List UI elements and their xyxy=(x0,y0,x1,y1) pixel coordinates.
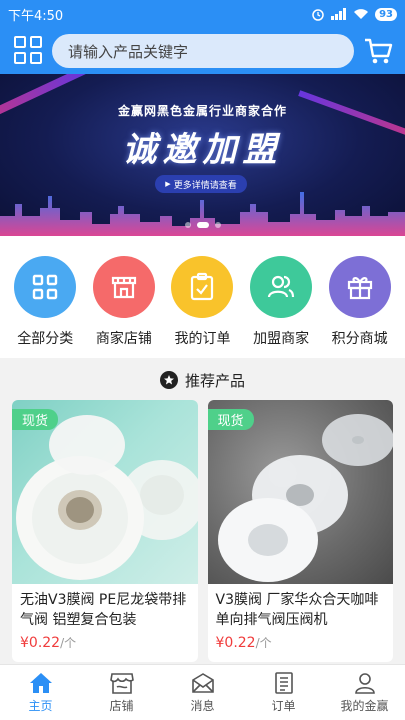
product-name: 无油V3膜阀 PE尼龙袋带排气阀 铝塑复合包装 xyxy=(20,592,187,628)
product-image: 现货 xyxy=(207,400,393,584)
product-name: V3膜阀 厂家华众合天咖啡单向排气阀压阀机 xyxy=(215,592,379,628)
recommend-section-title: 推荐产品 xyxy=(0,362,405,398)
search-placeholder: 请输入产品关键字 xyxy=(68,42,189,61)
promo-banner[interactable]: 金赢网黑色金属行业商家合作 诚邀加盟 ▶ 更多详情请查看 xyxy=(0,74,405,236)
grid-icon xyxy=(33,274,58,300)
banner-dot-active[interactable] xyxy=(196,222,209,228)
nav-label: 订单 xyxy=(271,698,296,713)
product-card[interactable]: 现货 无油V3膜阀 PE尼龙袋带排气阀 铝塑复合包装 ¥0.22/个 xyxy=(12,400,198,662)
alarm-icon xyxy=(312,9,324,21)
banner-subtitle: 金赢网黑色金属行业商家合作 xyxy=(117,104,287,118)
grid-cell xyxy=(30,36,42,48)
product-price: ¥0.22/个 xyxy=(12,632,198,653)
gift-icon xyxy=(347,277,372,300)
status-bar: 下午4:50 93 xyxy=(0,0,405,28)
shortcut-my-orders[interactable]: 我的订单 xyxy=(166,236,238,358)
product-card[interactable]: 现货 V3膜阀 厂家华众合天咖啡单向排气阀压阀机 ¥0.22/个 xyxy=(207,400,394,662)
price-unit: /个 xyxy=(60,636,77,650)
order-icon xyxy=(274,671,293,694)
category-shortcuts: 全部分类 商家店铺 我的订单 加盟商家 积分商城 xyxy=(0,236,405,358)
shortcut-label: 积分商城 xyxy=(331,331,388,347)
banner-dot[interactable] xyxy=(184,222,191,228)
clipboard-check-icon xyxy=(191,272,214,301)
product-price: ¥0.22/个 xyxy=(208,632,394,653)
star-icon xyxy=(159,371,178,389)
shortcut-all-categories[interactable]: 全部分类 xyxy=(9,236,81,358)
shortcut-label: 我的订单 xyxy=(174,331,231,347)
product-image: 现货 xyxy=(12,400,198,584)
city-skyline-image xyxy=(0,192,405,236)
grid-cell xyxy=(14,52,26,64)
stock-tag: 现货 xyxy=(12,409,59,430)
stock-tag: 现货 xyxy=(207,409,254,430)
shortcut-points-mall[interactable]: 积分商城 xyxy=(324,236,396,358)
battery-level: 93 xyxy=(375,7,397,21)
shortcut-label: 加盟商家 xyxy=(253,331,310,347)
cart-icon xyxy=(365,38,393,64)
wifi-icon xyxy=(354,9,369,19)
store-icon xyxy=(111,276,136,299)
category-grid-button[interactable] xyxy=(14,36,44,66)
status-icons: 93 xyxy=(311,7,397,21)
price-unit: /个 xyxy=(255,636,272,650)
nav-orders[interactable]: 订单 xyxy=(243,665,324,720)
shortcut-join-merchant[interactable]: 加盟商家 xyxy=(245,236,317,358)
nav-home[interactable]: 主页 xyxy=(0,665,81,720)
shop-icon xyxy=(109,672,134,694)
shortcut-circle xyxy=(328,256,391,318)
banner-dot[interactable] xyxy=(214,222,221,228)
nav-shop[interactable]: 店铺 xyxy=(81,665,162,720)
price-value: ¥0.22 xyxy=(215,635,256,651)
product-grid: 现货 无油V3膜阀 PE尼龙袋带排气阀 铝塑复合包装 ¥0.22/个 现货 V3… xyxy=(12,400,393,662)
nav-label: 我的金赢 xyxy=(340,698,389,713)
users-icon xyxy=(267,275,295,298)
top-header: 请输入产品关键字 xyxy=(0,28,405,74)
nav-label: 店铺 xyxy=(109,698,134,713)
cart-button[interactable] xyxy=(362,35,394,67)
mail-icon xyxy=(191,672,214,693)
shortcut-circle xyxy=(92,256,155,318)
recommend-title-text: 推荐产品 xyxy=(184,371,245,390)
shortcut-circle xyxy=(14,256,77,318)
shortcut-label: 全部分类 xyxy=(17,331,74,347)
signal-icon xyxy=(331,8,347,20)
price-value: ¥0.22 xyxy=(20,635,61,651)
grid-cell xyxy=(14,36,26,48)
shortcut-circle xyxy=(171,256,234,318)
banner-headline: 诚邀加盟 xyxy=(122,130,283,170)
banner-pagination xyxy=(0,222,405,228)
nav-messages[interactable]: 消息 xyxy=(162,665,243,720)
shortcut-label: 商家店铺 xyxy=(95,331,152,347)
grid-cell xyxy=(30,52,42,64)
nav-label: 消息 xyxy=(190,698,215,713)
bottom-navigation: 主页 店铺 消息 订单 我的金赢 xyxy=(0,664,405,720)
shortcut-merchant-store[interactable]: 商家店铺 xyxy=(88,236,160,358)
user-icon xyxy=(354,672,375,694)
nav-profile[interactable]: 我的金赢 xyxy=(324,665,405,720)
shortcut-circle xyxy=(250,256,313,318)
home-icon xyxy=(29,672,52,693)
status-time: 下午4:50 xyxy=(8,8,64,24)
nav-label: 主页 xyxy=(28,698,53,713)
search-input[interactable]: 请输入产品关键字 xyxy=(52,34,354,68)
